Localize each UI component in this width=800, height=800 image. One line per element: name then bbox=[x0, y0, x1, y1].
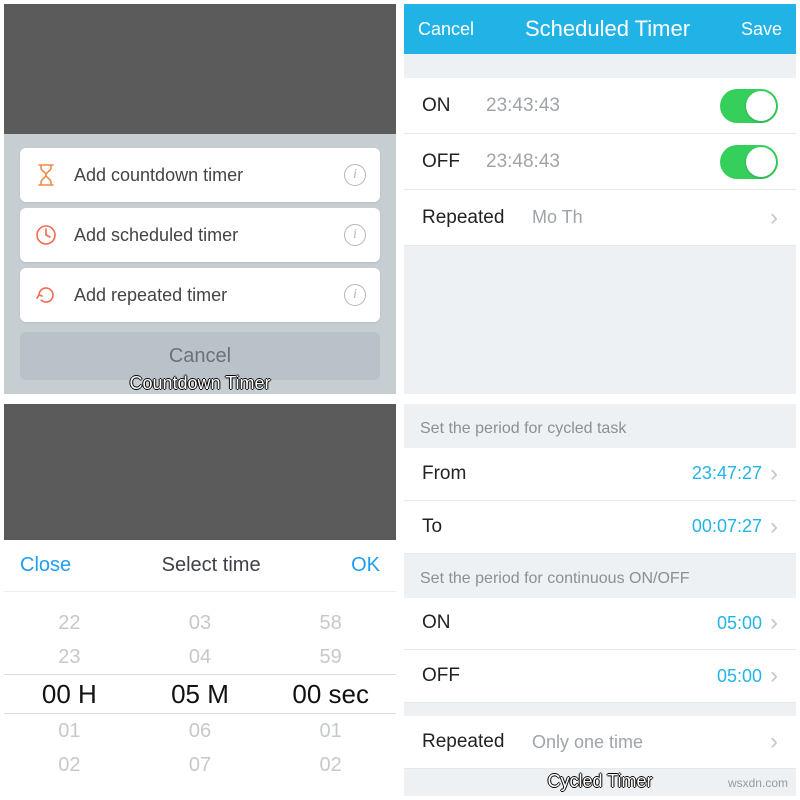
wheel-seconds[interactable]: 58 59 00 sec 01 02 bbox=[265, 592, 396, 796]
row-from[interactable]: From 23:47:27 › bbox=[404, 448, 796, 501]
hourglass-icon bbox=[34, 163, 58, 187]
save-button[interactable]: Save bbox=[741, 19, 782, 40]
row-value: Only one time bbox=[532, 732, 762, 753]
row-value: 23:48:43 bbox=[486, 151, 720, 173]
row-label: OFF bbox=[422, 151, 486, 173]
wheel-selected: 00 H bbox=[4, 674, 135, 714]
option-repeated-timer[interactable]: Add repeated timer i bbox=[20, 268, 380, 322]
toggle-on[interactable] bbox=[720, 89, 778, 123]
picker-title: Select time bbox=[71, 554, 351, 577]
wheel-hours[interactable]: 22 23 00 H 01 02 bbox=[4, 592, 135, 796]
chevron-right-icon: › bbox=[762, 662, 778, 690]
option-scheduled-timer[interactable]: Add scheduled timer i bbox=[20, 208, 380, 262]
panel-scheduled-timer: Cancel Scheduled Timer Save ON 23:43:43 … bbox=[400, 0, 800, 400]
picker-wheels: 22 23 00 H 01 02 03 04 05 M 06 07 58 59 … bbox=[4, 592, 396, 796]
row-label: ON bbox=[422, 95, 486, 117]
repeated-days: Mo Th bbox=[532, 207, 762, 228]
info-icon[interactable]: i bbox=[344, 284, 366, 306]
option-countdown-timer[interactable]: Add countdown timer i bbox=[20, 148, 380, 202]
row-value: 00:07:27 bbox=[692, 516, 762, 537]
option-label: Add countdown timer bbox=[74, 165, 344, 186]
row-value: 05:00 bbox=[717, 613, 762, 634]
row-on[interactable]: ON 05:00 › bbox=[404, 598, 796, 651]
watermark: wsxdn.com bbox=[728, 776, 788, 790]
row-label: Repeated bbox=[422, 207, 532, 229]
panel-time-picker: Close Select time OK 22 23 00 H 01 02 03… bbox=[0, 400, 400, 800]
chevron-right-icon: › bbox=[762, 609, 778, 637]
wheel-minutes[interactable]: 03 04 05 M 06 07 bbox=[135, 592, 266, 796]
toggle-off[interactable] bbox=[720, 145, 778, 179]
row-off[interactable]: OFF 05:00 › bbox=[404, 650, 796, 703]
time-picker: Close Select time OK 22 23 00 H 01 02 03… bbox=[4, 540, 396, 796]
clock-icon bbox=[34, 223, 58, 247]
close-button[interactable]: Close bbox=[20, 554, 71, 577]
chevron-right-icon: › bbox=[762, 728, 778, 756]
header-bar: Cancel Scheduled Timer Save bbox=[404, 4, 796, 54]
row-label: From bbox=[422, 463, 692, 485]
row-label: To bbox=[422, 516, 692, 538]
row-repeated[interactable]: Repeated Only one time › bbox=[404, 716, 796, 769]
panel-caption: Countdown Timer bbox=[4, 373, 396, 397]
info-icon[interactable]: i bbox=[344, 224, 366, 246]
option-label: Add scheduled timer bbox=[74, 225, 344, 246]
section-header: Set the period for continuous ON/OFF bbox=[404, 554, 796, 598]
row-label: OFF bbox=[422, 665, 717, 687]
option-label: Add repeated timer bbox=[74, 285, 344, 306]
row-value: 23:43:43 bbox=[486, 95, 720, 117]
row-value: 23:47:27 bbox=[692, 463, 762, 484]
cancel-button[interactable]: Cancel bbox=[418, 19, 474, 40]
row-to[interactable]: To 00:07:27 › bbox=[404, 501, 796, 554]
wheel-selected: 05 M bbox=[135, 674, 266, 714]
panel-action-sheet: Add countdown timer i Add scheduled time… bbox=[0, 0, 400, 400]
row-repeated[interactable]: Repeated Mo Th › bbox=[404, 190, 796, 246]
panel-cycled-timer: Set the period for cycled task From 23:4… bbox=[400, 400, 800, 800]
row-value: 05:00 bbox=[717, 666, 762, 687]
action-sheet: Add countdown timer i Add scheduled time… bbox=[4, 134, 396, 396]
wheel-selected: 00 sec bbox=[265, 674, 396, 714]
repeat-icon bbox=[34, 283, 58, 307]
row-label: ON bbox=[422, 612, 717, 634]
row-off[interactable]: OFF 23:48:43 bbox=[404, 134, 796, 190]
section-header: Set the period for cycled task bbox=[404, 404, 796, 448]
chevron-right-icon: › bbox=[762, 513, 778, 541]
chevron-right-icon: › bbox=[762, 460, 778, 488]
chevron-right-icon: › bbox=[762, 204, 778, 232]
picker-bar: Close Select time OK bbox=[4, 540, 396, 592]
info-icon[interactable]: i bbox=[344, 164, 366, 186]
row-label: Repeated bbox=[422, 731, 532, 753]
row-on[interactable]: ON 23:43:43 bbox=[404, 78, 796, 134]
header-title: Scheduled Timer bbox=[474, 16, 741, 42]
ok-button[interactable]: OK bbox=[351, 554, 380, 577]
